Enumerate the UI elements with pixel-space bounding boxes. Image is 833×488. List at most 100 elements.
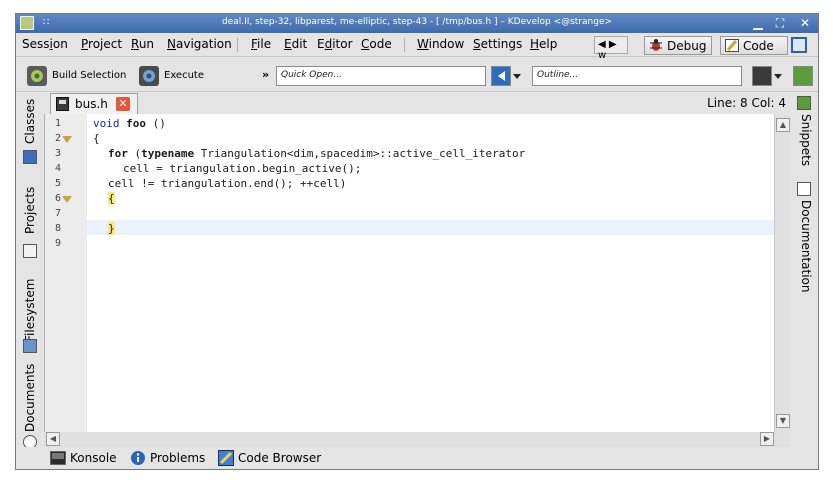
scroll-left-button[interactable]: ◀ [46,432,60,446]
window-title: deal.II, step-32, libparest, me-elliptic… [221,17,613,27]
line-number: 3 [54,148,61,159]
toolbar-overflow-chevron[interactable]: » [262,68,269,81]
documentation-icon[interactable] [797,182,811,196]
line-number: 6 [54,193,61,204]
close-tab-icon[interactable]: ✕ [116,97,130,111]
code-browser-tab[interactable]: Code Browser [218,450,321,466]
menu-session[interactable]: Session [22,37,68,51]
bottom-tool-bar: Konsole Problems Code Browser [16,447,818,469]
documents-tab[interactable]: Documents [23,364,37,432]
horizontal-scrollbar[interactable]: ◀ ▶ [44,432,790,447]
main-toolbar: Build Selection Execute » Quick Open... … [16,58,818,92]
line-number: 1 [54,118,61,129]
bug-icon [649,39,663,52]
code-line-3: for (typename Triangulation<dim,spacedim… [108,147,525,162]
quick-open-input[interactable]: Quick Open... [276,66,486,86]
classes-tab[interactable]: Classes [23,99,37,144]
area-code-button[interactable]: Code [720,36,788,55]
classes-icon[interactable] [23,150,37,164]
maximize-button[interactable]: ⛶ [772,15,788,31]
scroll-up-button[interactable]: ▲ [776,118,790,132]
code-line-1: void foo () [93,117,166,132]
menu-project[interactable]: Project [81,37,122,51]
menu-bar: Session Project Run Navigation File Edit… [16,33,818,61]
title-bar: ∷ deal.II, step-32, libparest, me-ellipt… [16,14,818,33]
fold-marker-icon[interactable] [62,136,72,143]
line-number: 8 [54,223,61,234]
code-area[interactable]: void foo () { for (typename Triangulatio… [87,114,775,432]
keyword: void [93,117,120,130]
build-gear-icon [26,65,48,87]
menu-navigation[interactable]: Navigation [167,37,232,51]
line-number: 7 [54,208,61,219]
line-gutter: 1 2 3 4 5 6 7 8 9 [45,114,87,432]
konsole-label: Konsole [70,451,117,465]
current-line-highlight [87,220,775,235]
documentation-tab[interactable]: Documentation [799,200,813,293]
tab-label: bus.h [75,97,108,111]
tab-bus-h[interactable]: bus.h ✕ [50,93,138,114]
keyword: typename [141,147,195,160]
execute-button[interactable]: Execute [134,65,214,87]
snippets-icon[interactable] [797,96,811,110]
code-text: Triangulation<dim,spacedim>::active_cell… [194,147,526,160]
scroll-down-button[interactable]: ▼ [776,414,790,428]
code-line-2: { [93,132,100,145]
minimize-button[interactable]: ▁ [750,15,766,31]
area-debug-button[interactable]: Debug [644,36,712,55]
code-line-5: cell != triangulation.end(); ++cell) [108,177,347,190]
kdevelop-window: ∷ deal.II, step-32, libparest, me-ellipt… [15,13,819,470]
menu-edit[interactable]: Edit [284,37,307,51]
filesystem-icon[interactable] [23,339,37,353]
konsole-tab[interactable]: Konsole [50,450,117,465]
code-line-4: cell = triangulation.begin_active(); [123,162,362,175]
execute-gear-icon [138,65,160,87]
projects-tab[interactable]: Projects [23,187,37,234]
document-tab-bar: bus.h ✕ Line: 8 Col: 4 [44,92,790,114]
function-name: foo [126,117,146,130]
pencil-icon [725,39,739,52]
left-tool-panel: Classes Projects Filesystem Documents [16,92,44,449]
terminal-icon [50,450,66,466]
fold-marker-icon[interactable] [62,196,72,203]
menu-separator [237,38,238,52]
snippets-tab[interactable]: Snippets [799,114,813,166]
close-button[interactable]: ✕ [797,15,813,31]
back-arrow-icon[interactable] [491,66,511,86]
line-number: 5 [54,178,61,189]
build-selection-button[interactable]: Build Selection [22,65,130,87]
menu-code[interactable]: Code [361,37,392,51]
menu-file[interactable]: File [251,37,271,51]
area-code-label: Code [743,39,774,53]
code-line-8: } [108,222,115,237]
code-line-6: { [108,192,115,207]
keyword: for [108,147,128,160]
right-tool-panel: Snippets Documentation [790,92,818,447]
menu-help[interactable]: Help [530,37,557,51]
projects-icon[interactable] [23,244,37,258]
save-file-icon [56,97,69,111]
outline-dropdown-icon[interactable] [774,74,782,79]
filesystem-tab[interactable]: Filesystem [23,279,37,342]
problems-label: Problems [150,451,206,465]
menu-editor[interactable]: Editor [317,37,353,51]
menu-run[interactable]: Run [131,37,154,51]
problems-tab[interactable]: Problems [130,450,205,465]
navigation-dropdown-icon[interactable] [513,74,521,79]
vertical-scrollbar[interactable]: ▲ ▼ [774,114,790,432]
scroll-right-button[interactable]: ▶ [760,432,774,446]
code-browser-icon [218,450,234,466]
outline-nav-icon[interactable] [752,66,772,86]
menu-window[interactable]: Window [417,37,464,51]
line-number: 2 [54,133,61,144]
build-selection-label: Build Selection [52,70,127,81]
menu-settings[interactable]: Settings [473,37,522,51]
execute-label: Execute [164,70,204,81]
window-layout-icon[interactable] [791,37,807,53]
outline-input[interactable]: Outline... [532,66,742,86]
tree-icon[interactable] [793,66,813,86]
area-scroll-arrows[interactable]: ◀ ▶ w [594,36,628,61]
matched-brace: } [108,222,115,235]
code-text: () [146,117,166,130]
code-editor[interactable]: 1 2 3 4 5 6 7 8 9 void foo () { for (typ… [44,114,790,432]
